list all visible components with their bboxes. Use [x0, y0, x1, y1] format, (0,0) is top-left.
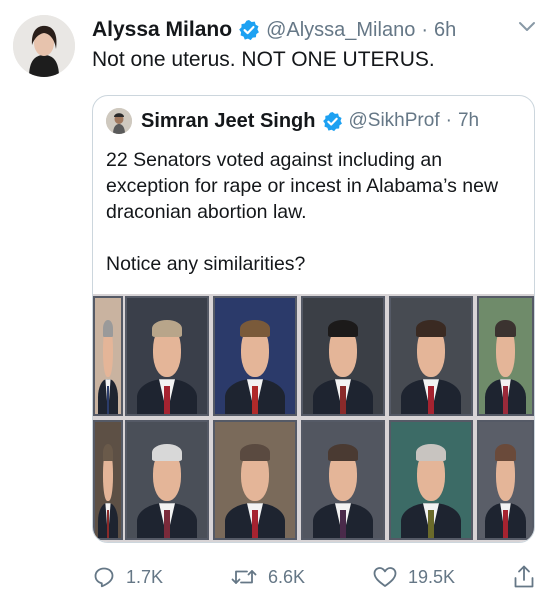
share-icon: [514, 565, 534, 588]
senator-photo-12[interactable]: [477, 420, 534, 540]
senator-photo-4[interactable]: [301, 296, 385, 416]
quoted-author-name[interactable]: Simran Jeet Singh: [141, 110, 316, 133]
quoted-tweet-paragraph: Notice any similarities?: [106, 253, 306, 275]
verified-badge-icon: [322, 111, 343, 132]
share-button[interactable]: [512, 562, 546, 592]
senator-photo-7[interactable]: [93, 420, 123, 540]
reply-button[interactable]: 1.7K: [92, 562, 163, 592]
like-icon: [373, 567, 397, 587]
retweet-button[interactable]: 6.6K: [230, 562, 305, 592]
senator-photo-8[interactable]: [125, 420, 209, 540]
like-count: 19.5K: [408, 566, 456, 587]
quoted-tweet-text: 22 Senators voted against including an e…: [106, 147, 526, 277]
senator-photo-9[interactable]: [213, 420, 297, 540]
senator-photo-5[interactable]: [389, 296, 473, 416]
reply-icon: [94, 567, 114, 588]
author-name[interactable]: Alyssa Milano: [92, 18, 232, 42]
separator-dot: ·: [421, 18, 428, 41]
senator-photo-6[interactable]: [477, 296, 534, 416]
quoted-tweet[interactable]: Simran Jeet Singh @SikhProf · 7h 22 Sena…: [92, 95, 535, 543]
senator-photo-11[interactable]: [389, 420, 473, 540]
quoted-tweet-time[interactable]: 7h: [458, 110, 479, 132]
senator-photo-2[interactable]: [125, 296, 209, 416]
quoted-author-handle[interactable]: @SikhProf: [349, 110, 440, 132]
chevron-down-icon[interactable]: [517, 20, 537, 34]
reply-count: 1.7K: [126, 566, 164, 587]
retweet-count: 6.6K: [268, 566, 306, 587]
quoted-tweet-header: Simran Jeet Singh @SikhProf · 7h: [106, 106, 479, 136]
senator-photo-1[interactable]: [93, 296, 123, 416]
tweet-header: Alyssa Milano @Alyssa_Milano · 6h: [92, 16, 549, 44]
tweet-time[interactable]: 6h: [434, 19, 456, 42]
senator-photo-3[interactable]: [213, 296, 297, 416]
separator-dot: ·: [445, 110, 452, 131]
like-button[interactable]: 19.5K: [372, 562, 455, 592]
author-handle[interactable]: @Alyssa_Milano: [266, 19, 415, 42]
senator-photo-10[interactable]: [301, 420, 385, 540]
tweet-text: Not one uterus. NOT ONE UTERUS.: [92, 48, 435, 71]
author-avatar[interactable]: [13, 15, 75, 77]
quoted-tweet-paragraph: 22 Senators voted against including an e…: [106, 149, 499, 223]
tweet-action-bar: 1.7K 6.6K 19.5K: [92, 562, 537, 592]
verified-badge-icon: [238, 19, 260, 41]
retweet-icon: [231, 570, 257, 584]
quoted-author-avatar[interactable]: [106, 108, 132, 134]
senator-photo-grid[interactable]: [93, 294, 534, 542]
